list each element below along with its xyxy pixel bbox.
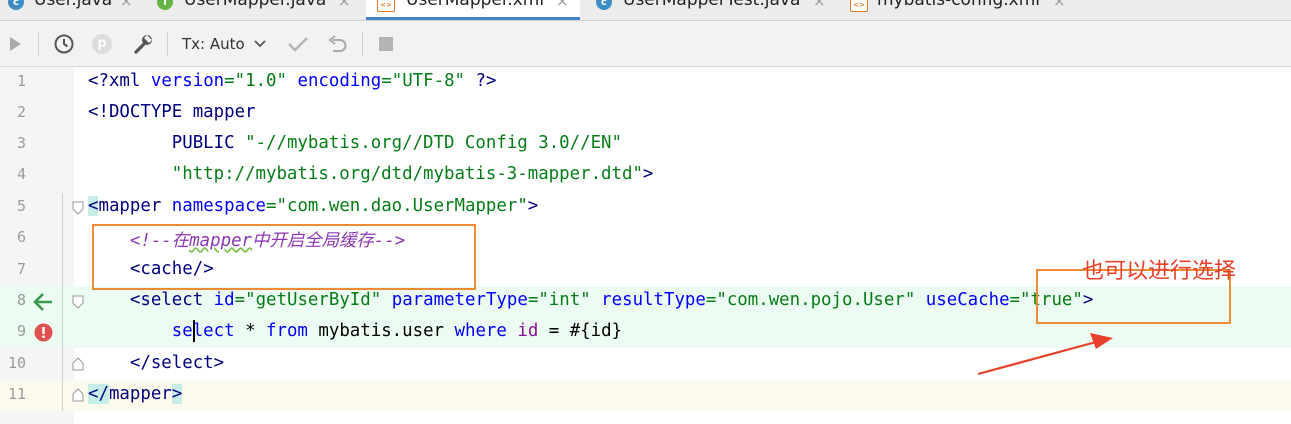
commit-check-icon xyxy=(288,36,308,52)
text-caret xyxy=(193,320,195,342)
stop-icon xyxy=(379,36,393,51)
line-number: 8 xyxy=(16,291,26,309)
commit-button[interactable] xyxy=(285,21,311,66)
code-line: 3 PUBLIC "-//mybatis.org//DTD Config 3.0… xyxy=(0,129,1291,160)
code-line: 4 "http://mybatis.org/dtd/mybatis-3-mapp… xyxy=(0,160,1291,191)
wrench-icon xyxy=(134,34,152,54)
error-icon[interactable] xyxy=(34,323,53,342)
close-icon[interactable]: × xyxy=(556,0,569,10)
fold-end-icon[interactable] xyxy=(72,388,84,402)
history-icon xyxy=(54,34,74,53)
gutter-divider xyxy=(62,193,63,411)
line-number: 10 xyxy=(7,354,26,372)
fold-end-icon[interactable] xyxy=(72,357,84,371)
tab-user-java[interactable]: c User.java × xyxy=(0,0,150,20)
code-text: "http://mybatis.org/dtd/mybatis-3-mapper… xyxy=(171,164,654,184)
tab-mybatis-config-xml[interactable]: <> mybatis-config.xml × xyxy=(838,0,1078,20)
rollback-icon xyxy=(328,34,347,52)
code-line-current: 11 </mapper> xyxy=(0,380,1291,411)
code-text: </mapper> xyxy=(88,384,183,404)
code-text: </select> xyxy=(88,353,225,373)
line-number: 2 xyxy=(16,103,26,121)
code-text: PUBLIC "-//mybatis.org//DTD Config 3.0//… xyxy=(88,133,622,153)
fold-marker-icon[interactable] xyxy=(72,295,84,309)
p-icon: p xyxy=(92,33,112,54)
code-text: <!DOCTYPE mapper xyxy=(88,102,256,122)
line-number: 5 xyxy=(16,197,26,215)
tab-usermapper-xml[interactable]: <> UserMapper.xml × xyxy=(366,0,580,20)
tab-label: UserMapper.xml xyxy=(406,0,545,10)
line-number: 6 xyxy=(16,228,26,246)
chevron-down-icon xyxy=(254,39,266,47)
code-text: <mapper namespace="com.wen.dao.UserMappe… xyxy=(88,196,539,216)
tx-mode-dropdown[interactable]: Tx: Auto xyxy=(182,21,274,66)
code-line: 5 <mapper namespace="com.wen.dao.UserMap… xyxy=(0,192,1291,223)
line-number: 7 xyxy=(16,260,26,278)
p-button[interactable]: p xyxy=(90,21,114,66)
close-icon[interactable]: × xyxy=(338,0,351,10)
tx-mode-label: Tx: Auto xyxy=(182,34,245,53)
annotation-note: 也可以进行选择 xyxy=(1082,259,1237,284)
code-text: <?xml version="1.0" encoding="UTF-8" ?> xyxy=(88,71,497,91)
run-button[interactable] xyxy=(4,21,26,66)
tab-usermapper-java[interactable]: I UserMapper.java × xyxy=(150,0,365,20)
class-c-icon: c xyxy=(8,0,24,10)
code-line: 2 <!DOCTYPE mapper xyxy=(0,98,1291,129)
interface-i-icon: I xyxy=(157,0,173,10)
code-text: select * from mybatis.user where id = #{… xyxy=(171,321,623,341)
code-line: 10 </select> xyxy=(0,349,1291,380)
close-icon[interactable]: × xyxy=(120,0,133,10)
navigate-arrow-icon[interactable] xyxy=(32,292,54,312)
code-text: <select id="getUserById" parameterType="… xyxy=(88,290,1094,310)
line-number: 3 xyxy=(16,134,26,152)
editor-tab-bar: c User.java × I UserMapper.java × <> Use… xyxy=(0,0,1291,21)
line-number: 4 xyxy=(16,165,26,183)
fold-marker-icon[interactable] xyxy=(72,201,84,215)
query-toolbar: p Tx: Auto xyxy=(0,21,1291,67)
xml-file-icon: <> xyxy=(850,0,868,12)
code-line: 1 <?xml version="1.0" encoding="UTF-8" ?… xyxy=(0,67,1291,98)
run-icon xyxy=(10,36,21,51)
line-number: 1 xyxy=(16,72,26,90)
close-icon[interactable]: × xyxy=(813,0,826,10)
tab-label: UserMapper.java xyxy=(184,0,327,10)
highlight-box-cache xyxy=(92,224,476,290)
line-number: 11 xyxy=(7,385,26,403)
settings-button[interactable] xyxy=(130,21,156,66)
history-button[interactable] xyxy=(52,21,76,66)
close-icon[interactable]: × xyxy=(1053,0,1066,10)
line-number: 9 xyxy=(16,322,26,340)
tab-label: UserMapperTest.java xyxy=(623,0,801,10)
tab-label: User.java xyxy=(34,0,113,10)
xml-file-icon: <> xyxy=(377,0,395,12)
stop-button[interactable] xyxy=(374,21,398,66)
rollback-button[interactable] xyxy=(325,21,351,66)
tab-label: mybatis-config.xml xyxy=(877,0,1040,10)
tab-usermappertest-java[interactable]: c UserMapperTest.java × xyxy=(582,0,836,20)
class-c-icon: c xyxy=(596,0,612,10)
